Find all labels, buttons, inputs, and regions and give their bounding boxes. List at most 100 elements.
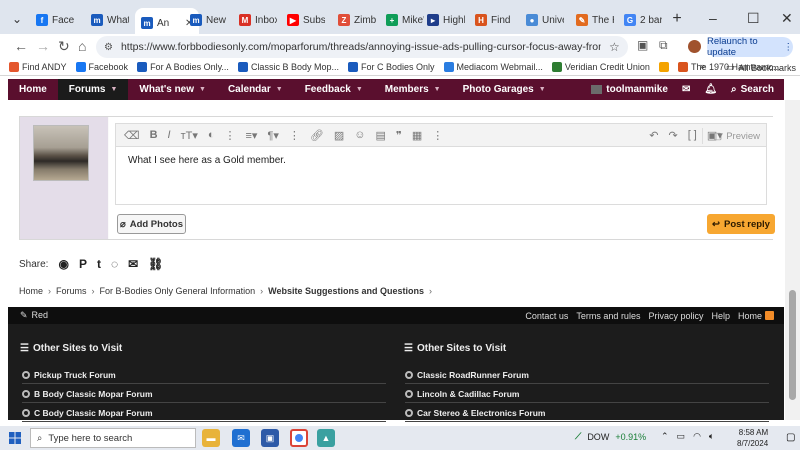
- url-text[interactable]: https://www.forbbodiesonly.com/moparforu…: [121, 41, 601, 53]
- profile-avatar[interactable]: [688, 40, 701, 53]
- footer-link[interactable]: Terms and rules: [576, 311, 640, 321]
- taskbar-search[interactable]: ⌕ Type here to search: [30, 428, 196, 448]
- bookmarks-overflow-button[interactable]: »: [700, 61, 705, 71]
- bookmark-item[interactable]: Veridian Credit Union: [551, 62, 650, 72]
- search-button[interactable]: ⌕ Search: [731, 84, 774, 95]
- eraser-icon[interactable]: ⌫: [124, 129, 140, 142]
- other-site-link[interactable]: B Body Classic Mopar Forum: [22, 385, 386, 403]
- breadcrumb-link[interactable]: Home: [19, 286, 43, 296]
- reload-button[interactable]: ↻: [58, 38, 70, 55]
- style-chooser[interactable]: ✎ Red: [20, 310, 48, 321]
- windows-start-icon[interactable]: [9, 432, 21, 444]
- more-icon[interactable]: ⋮: [289, 129, 300, 142]
- email-icon[interactable]: ✉: [128, 257, 138, 271]
- whatsapp-icon[interactable]: ◌: [111, 257, 118, 271]
- breadcrumb-link[interactable]: Website Suggestions and Questions: [268, 286, 424, 296]
- store-icon[interactable]: ▣: [261, 429, 279, 447]
- bold-icon[interactable]: B: [150, 129, 158, 141]
- forum-nav-item[interactable]: Photo Garages ▼: [452, 79, 557, 100]
- bookmark-item[interactable]: Classic B Body Mop...: [237, 62, 339, 72]
- bell-icon[interactable]: 🔔︎: [704, 84, 717, 95]
- bookmark-item[interactable]: Mediacom Webmail...: [443, 62, 543, 72]
- notifications-icon[interactable]: ▢: [786, 432, 795, 443]
- tab-search-button[interactable]: ⌄: [6, 8, 28, 30]
- forum-nav-item[interactable]: What's new ▼: [128, 79, 217, 100]
- footer-link[interactable]: Home: [738, 311, 762, 321]
- chrome-icon[interactable]: [290, 429, 308, 447]
- bookmark-item[interactable]: Find ANDY: [9, 62, 67, 72]
- more-icon[interactable]: ⋮: [432, 129, 443, 142]
- puzzle-icon[interactable]: ⧉: [659, 38, 668, 53]
- link-icon[interactable]: ⛓: [148, 257, 163, 271]
- more-icon[interactable]: ⋮: [225, 129, 236, 142]
- forum-nav-item[interactable]: Calendar ▼: [217, 79, 294, 100]
- site-info-icon[interactable]: ⚙: [104, 42, 113, 53]
- tumblr-icon[interactable]: t: [97, 257, 101, 271]
- forum-nav-item[interactable]: Home: [8, 79, 58, 100]
- browser-tab[interactable]: m What: [85, 8, 135, 32]
- redo-icon[interactable]: ↷: [668, 129, 677, 142]
- wifi-icon[interactable]: ◠: [693, 431, 701, 442]
- undo-icon[interactable]: ↶: [649, 129, 658, 142]
- forum-nav-item[interactable]: Forums ▼: [57, 79, 129, 100]
- add-photos-button[interactable]: ⌀ Add Photos: [117, 214, 186, 234]
- avatar[interactable]: [33, 125, 89, 181]
- browser-tab[interactable]: f Faceb: [30, 8, 80, 32]
- relaunch-button[interactable]: Relaunch to update ⋮: [707, 36, 793, 58]
- italic-icon[interactable]: I: [168, 129, 171, 141]
- pinterest-icon[interactable]: P: [79, 257, 87, 271]
- post-reply-button[interactable]: ↩ Post reply: [707, 214, 775, 234]
- inbox-icon[interactable]: ✉: [682, 84, 690, 95]
- caret-down-icon[interactable]: ▼: [276, 86, 283, 93]
- reddit-icon[interactable]: ◉: [58, 257, 68, 271]
- forum-nav-item[interactable]: Feedback ▼: [294, 79, 374, 100]
- paragraph-icon[interactable]: ¶▾: [267, 129, 278, 142]
- other-site-link[interactable]: Pickup Truck Forum: [22, 366, 386, 384]
- forward-button[interactable]: →: [36, 38, 50, 54]
- other-site-link[interactable]: Car Stereo & Electronics Forum: [405, 404, 769, 422]
- volume-icon[interactable]: 🔈︎: [709, 431, 714, 442]
- breadcrumb-link[interactable]: For B-Bodies Only General Information: [100, 286, 256, 296]
- caret-down-icon[interactable]: ▼: [356, 86, 363, 93]
- mail-icon[interactable]: ✉: [232, 429, 250, 447]
- other-site-link[interactable]: Lincoln & Cadillac Forum: [405, 385, 769, 403]
- address-bar[interactable]: ⚙ https://www.forbbodiesonly.com/moparfo…: [96, 36, 628, 58]
- clock[interactable]: 8:58 AM 8/7/2024: [737, 427, 768, 449]
- table-icon[interactable]: ▦: [412, 129, 422, 142]
- font-size-icon[interactable]: тT▾: [181, 129, 198, 142]
- forum-nav-item[interactable]: Members ▼: [374, 79, 452, 100]
- browser-tab[interactable]: H Find H: [469, 8, 519, 32]
- app-icon[interactable]: ▲: [317, 429, 335, 447]
- other-site-link[interactable]: Classic RoadRunner Forum: [405, 366, 769, 384]
- browser-tab[interactable]: G 2 barr: [618, 8, 668, 32]
- extension-icon[interactable]: ▣: [637, 38, 648, 52]
- browser-tab[interactable]: ● Univer: [520, 8, 570, 32]
- footer-link[interactable]: Help: [711, 311, 730, 321]
- image-icon[interactable]: ▨: [334, 129, 344, 142]
- breadcrumb-link[interactable]: Forums: [56, 286, 87, 296]
- new-tab-button[interactable]: +: [666, 8, 688, 30]
- code-brackets-icon[interactable]: [ ]: [688, 129, 697, 141]
- bookmark-item[interactable]: Facebook: [75, 62, 128, 72]
- browser-tab[interactable]: Z Zimbr: [332, 8, 382, 32]
- rss-icon[interactable]: [765, 311, 774, 320]
- close-window-button[interactable]: ✕: [781, 10, 793, 27]
- footer-link[interactable]: Contact us: [525, 311, 568, 321]
- message-textarea[interactable]: What I see here as a Gold member.: [115, 147, 767, 205]
- bookmark-item[interactable]: For A Bodies Only...: [137, 62, 229, 72]
- user-menu[interactable]: toolmanmike: [591, 84, 668, 95]
- other-site-link[interactable]: C Body Classic Mopar Forum: [22, 404, 386, 422]
- caret-down-icon[interactable]: ▼: [110, 86, 117, 93]
- footer-link[interactable]: Privacy policy: [648, 311, 703, 321]
- chevron-up-icon[interactable]: ⌃: [661, 431, 669, 442]
- smiley-icon[interactable]: ☺: [354, 129, 365, 141]
- align-icon[interactable]: ≡▾: [246, 129, 258, 142]
- page-scrollbar[interactable]: [785, 100, 800, 420]
- bookmark-item[interactable]: For C Bodies Only: [347, 62, 435, 72]
- scrollbar-thumb[interactable]: [789, 290, 796, 400]
- maximize-button[interactable]: ☐: [747, 10, 760, 27]
- media-icon[interactable]: ▤: [376, 129, 386, 142]
- bookmark-star-icon[interactable]: ☆: [609, 40, 620, 54]
- stock-widget[interactable]: ⟋ DOW +0.91%: [575, 431, 646, 442]
- browser-tab[interactable]: ✎ The H: [570, 8, 620, 32]
